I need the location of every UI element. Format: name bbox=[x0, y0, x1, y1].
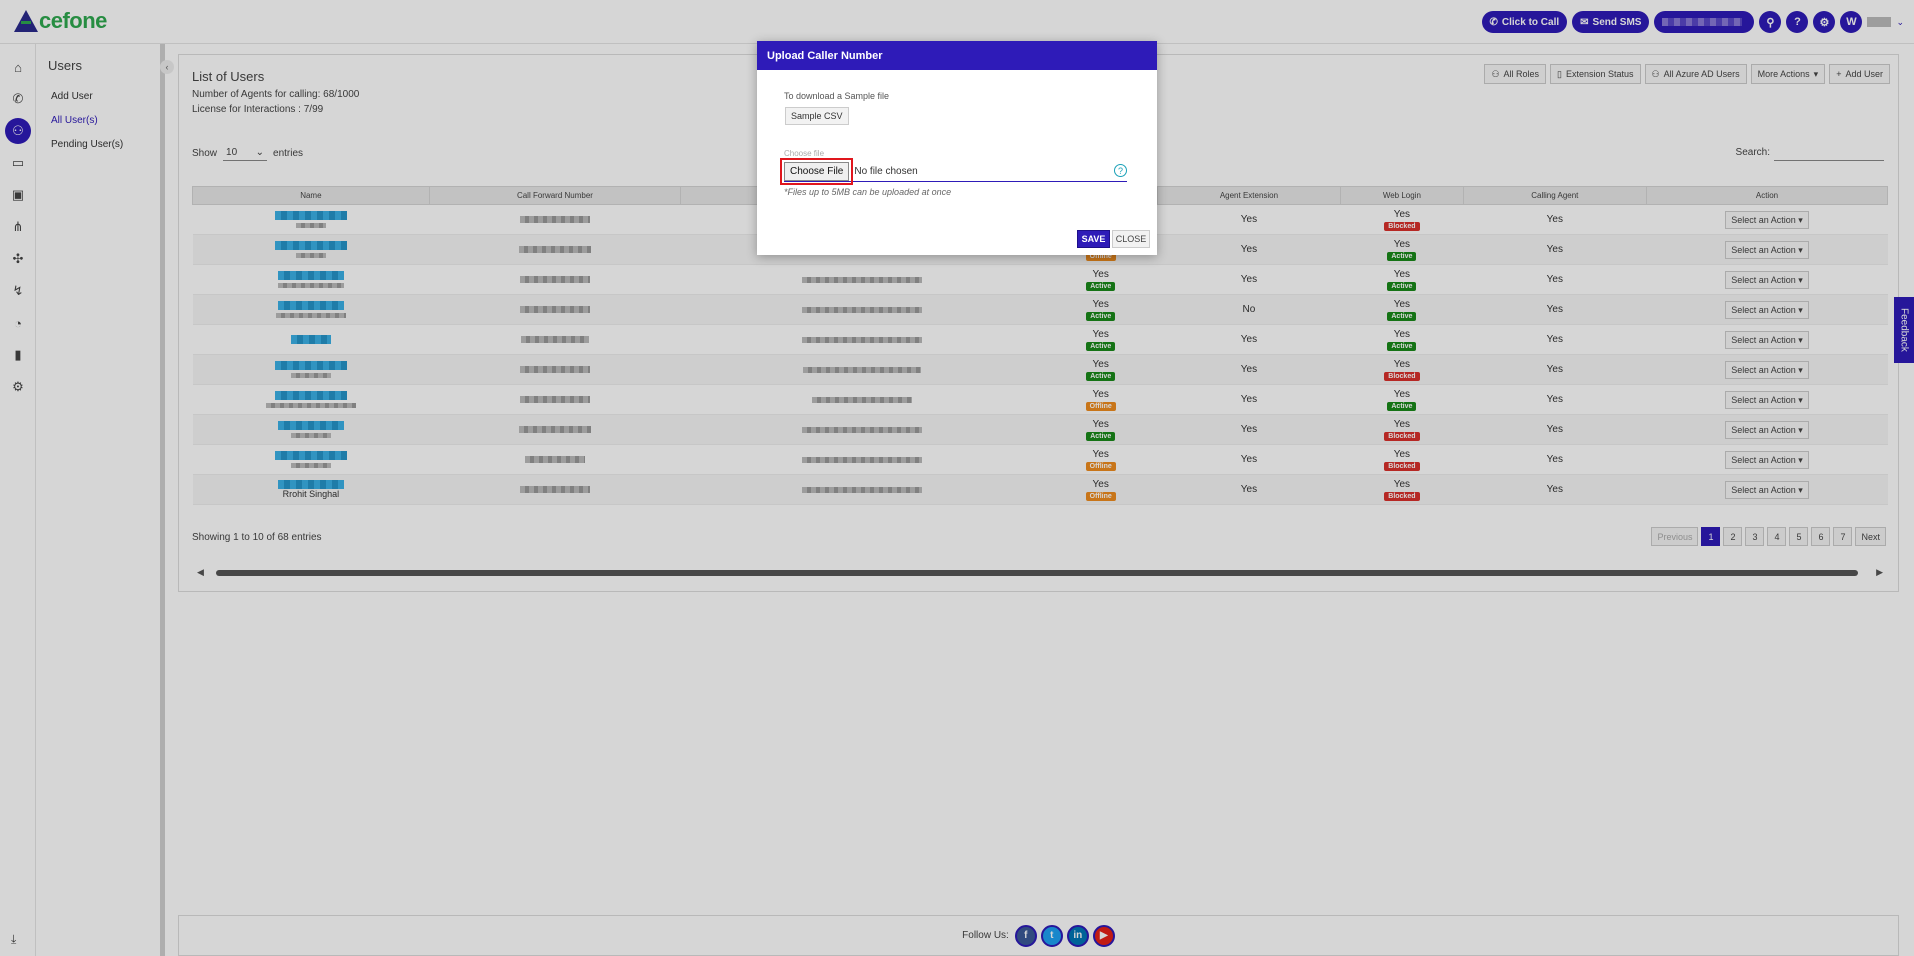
save-button[interactable]: SAVE bbox=[1077, 230, 1110, 248]
file-size-note: *Files up to 5MB can be uploaded at once bbox=[784, 187, 952, 197]
dialog-title: Upload Caller Number bbox=[757, 41, 1157, 70]
close-button[interactable]: CLOSE bbox=[1112, 230, 1150, 248]
choose-file-label: Choose file bbox=[784, 149, 825, 158]
question-icon[interactable]: ? bbox=[1114, 164, 1127, 177]
no-file-chosen-text: No file chosen bbox=[854, 165, 918, 177]
sample-file-text: To download a Sample file bbox=[784, 91, 890, 101]
choose-file-button[interactable]: Choose File bbox=[779, 157, 854, 185]
upload-caller-number-dialog: Upload Caller Number To download a Sampl… bbox=[757, 41, 1157, 255]
sample-csv-button[interactable]: Sample CSV bbox=[785, 107, 849, 125]
file-input[interactable]: Choose File No file chosen ? bbox=[779, 157, 1127, 185]
